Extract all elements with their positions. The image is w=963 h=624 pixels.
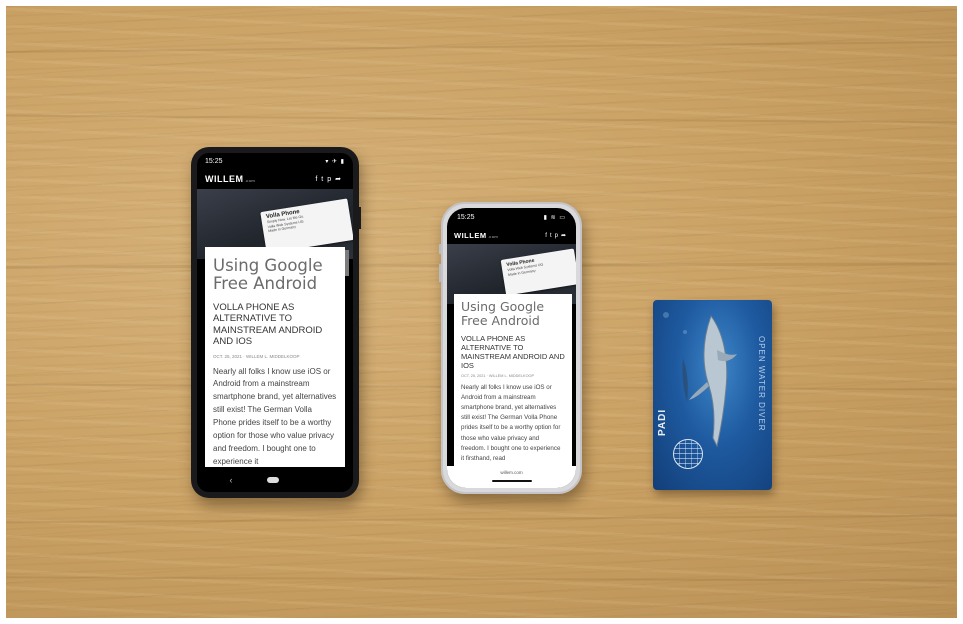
padi-dive-card: OPEN WATER DIVER PADI xyxy=(653,300,772,490)
article-body: Nearly all folks I know use iOS or Andro… xyxy=(213,366,337,467)
padi-logo-text: PADI xyxy=(657,408,668,436)
android-phone: 15:25 ▾ ✈ ▮ WILLEM.com ftp➦ Volla Phone … xyxy=(191,147,361,498)
dolphin-icon xyxy=(682,314,737,448)
share-icon[interactable]: ➦ xyxy=(561,233,569,239)
site-header: WILLEM.com ftp➦ xyxy=(197,169,353,189)
social-icons: ftp➦ xyxy=(315,175,345,183)
social-icons: ftp➦ xyxy=(545,232,569,239)
power-button xyxy=(359,207,361,229)
home-icon[interactable] xyxy=(266,477,279,483)
status-bar: 15:25 ▮ ≋ ▭ xyxy=(447,208,576,226)
article-meta: OCT. 25, 2021 · WILLEM L. MIDDELKOOP xyxy=(213,353,300,359)
article-body: Nearly all folks I know use iOS or Andro… xyxy=(461,384,561,462)
wood-grain xyxy=(6,514,957,524)
article-card: Using Google Free Android VOLLA PHONE AS… xyxy=(205,247,345,467)
volla-box-label: Volla Phone Volla Web Systems UG Made in… xyxy=(500,248,576,296)
status-icons: ▾ ✈ ▮ xyxy=(325,158,345,165)
article-title[interactable]: Using Google Free Android xyxy=(213,256,337,294)
article-meta: OCT. 25, 2021 · WILLEM L. MIDDELKOOP xyxy=(461,374,535,378)
back-icon[interactable]: ‹ xyxy=(230,475,233,485)
pinterest-icon[interactable]: p xyxy=(327,176,335,183)
status-bar: 15:25 ▾ ✈ ▮ xyxy=(197,153,353,169)
article-title[interactable]: Using Google Free Android xyxy=(461,300,565,328)
card-vertical-text: OPEN WATER DIVER xyxy=(757,336,766,432)
system-nav-bar: ‹ xyxy=(197,468,353,492)
site-logo[interactable]: WILLEM.com xyxy=(454,231,498,240)
site-logo[interactable]: WILLEM.com xyxy=(205,174,255,184)
status-time: 15:25 xyxy=(205,157,223,165)
wood-grain xyxy=(6,41,957,53)
site-header: WILLEM.com ftp➦ xyxy=(447,226,576,244)
android-screen: 15:25 ▾ ✈ ▮ WILLEM.com ftp➦ Volla Phone … xyxy=(197,153,353,492)
article-subtitle: VOLLA PHONE AS ALTERNATIVE TO MAINSTREAM… xyxy=(213,301,323,348)
iphone: 15:25 ▮ ≋ ▭ WILLEM.com ftp➦ Volla Phone … xyxy=(439,202,582,494)
wood-grain xyxy=(6,114,957,124)
url-text: willem.com xyxy=(500,470,523,475)
status-time: 15:25 xyxy=(457,213,475,221)
volume-button xyxy=(439,264,441,282)
share-icon[interactable]: ➦ xyxy=(335,176,345,183)
bubble xyxy=(663,312,669,318)
volla-box-label: Volla Phone Simply Now. Let Me Go. Volla… xyxy=(260,198,353,254)
wood-grain xyxy=(6,576,957,582)
home-indicator xyxy=(491,480,532,482)
globe-icon xyxy=(673,439,703,469)
article-card: Using Google Free Android VOLLA PHONE AS… xyxy=(454,294,572,468)
article-subtitle: VOLLA PHONE AS ALTERNATIVE TO MAINSTREAM… xyxy=(461,334,565,370)
mute-switch xyxy=(439,244,441,254)
address-bar[interactable]: willem.com xyxy=(447,466,576,488)
iphone-screen: 15:25 ▮ ≋ ▭ WILLEM.com ftp➦ Volla Phone … xyxy=(447,208,576,488)
padi-logo: PADI xyxy=(657,409,668,436)
scroll-indicator xyxy=(345,250,349,276)
status-icons: ▮ ≋ ▭ xyxy=(543,214,566,221)
